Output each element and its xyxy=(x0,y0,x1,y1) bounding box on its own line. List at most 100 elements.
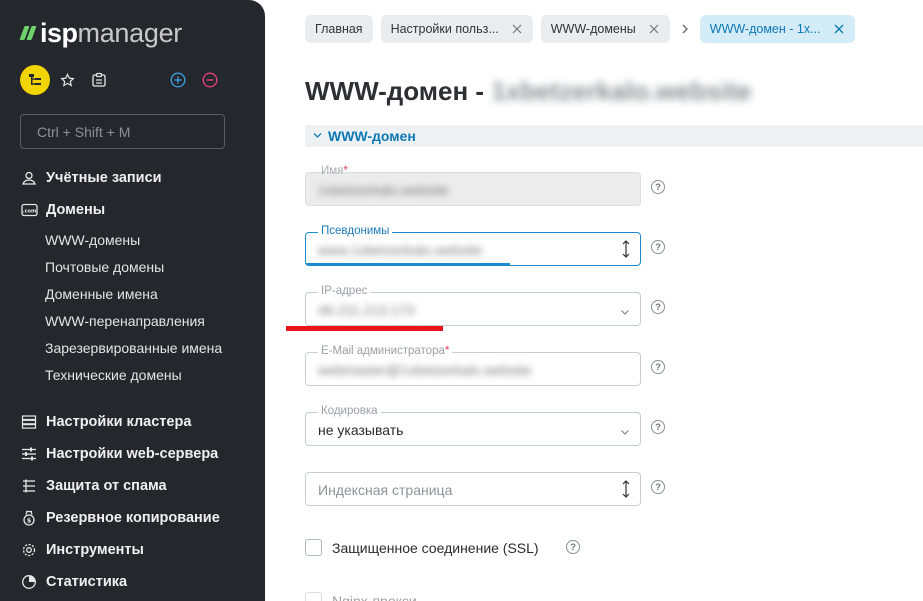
page-title-text: WWW-домен - xyxy=(305,76,492,106)
add-circle-icon[interactable] xyxy=(169,71,187,89)
focus-underline xyxy=(306,263,510,265)
red-highlight-marker xyxy=(286,326,443,331)
aliases-label: Псевдонимы xyxy=(318,224,393,238)
email-label-text: E-Mail администратора xyxy=(321,345,445,357)
close-icon[interactable] xyxy=(648,23,660,35)
remove-circle-icon[interactable] xyxy=(201,71,219,89)
tab-label: WWW-домен - 1x... xyxy=(709,22,821,36)
close-icon[interactable] xyxy=(833,23,845,35)
sidebar-item-label: Резервное копирование xyxy=(46,510,220,526)
ssl-checkbox[interactable] xyxy=(305,539,322,556)
chevron-right-icon xyxy=(678,22,692,36)
nginx-checkbox[interactable] xyxy=(305,592,322,601)
sidebar-search-input[interactable]: Ctrl + Shift + M xyxy=(20,114,225,149)
tab-label: Настройки польз... xyxy=(390,22,499,36)
sidebar-item-cluster[interactable]: Настройки кластера xyxy=(20,406,260,438)
tab-label: WWW-домены xyxy=(550,22,636,36)
name-value: 1xbetzerkalo.website xyxy=(318,182,449,198)
user-tree-icon xyxy=(29,74,41,85)
sidebar-toolbar xyxy=(20,65,220,95)
aliases-field[interactable]: Псевдонимы www.1xbetzerkalo.website xyxy=(305,224,641,266)
tab-www-domain-edit[interactable]: WWW-домен - 1x... xyxy=(699,15,855,43)
sidebar-item-tools[interactable]: Инструменты xyxy=(20,534,260,566)
required-mark: * xyxy=(444,345,450,357)
help-icon[interactable]: ? xyxy=(651,300,665,314)
tab-user-settings[interactable]: Настройки польз... xyxy=(380,15,533,43)
nginx-checkbox-row[interactable]: Nginx-прокси xyxy=(305,592,417,601)
filter-icon xyxy=(20,477,38,495)
sidebar-subitem-domain-names[interactable]: Доменные имена xyxy=(45,280,260,307)
sidebar-item-label: Инструменты xyxy=(46,542,144,558)
email-label: E-Mail администратора* xyxy=(318,344,453,358)
resize-updown-icon[interactable] xyxy=(620,239,632,259)
ip-value: 46.211.213.173 xyxy=(318,302,415,318)
page-title-domain: 1xbetzerkalo.website xyxy=(491,76,752,106)
ip-label: IP-адрес xyxy=(318,284,371,298)
tab-home[interactable]: Главная xyxy=(305,15,373,43)
logo-isp-text: isp xyxy=(40,17,78,48)
encoding-value: не указывать xyxy=(318,422,404,438)
encoding-label: Кодировка xyxy=(318,404,381,418)
sidebar-item-accounts[interactable]: Учётные записи xyxy=(20,162,260,194)
help-icon[interactable]: ? xyxy=(651,180,665,194)
breadcrumb-tabs: Главная Настройки польз... WWW-домены WW… xyxy=(305,15,855,43)
sidebar-item-label: Статистика xyxy=(46,574,128,590)
resize-updown-icon[interactable] xyxy=(620,479,632,499)
svg-text:$: $ xyxy=(27,517,32,525)
sidebar-subitem-technical-domains[interactable]: Технические домены xyxy=(45,361,260,388)
sidebar-subitem-www-domains[interactable]: WWW-домены xyxy=(45,226,260,253)
sidebar-subitem-mail-domains[interactable]: Почтовые домены xyxy=(45,253,260,280)
svg-text:.com: .com xyxy=(22,209,36,215)
logo-manager-text: manager xyxy=(77,17,183,48)
sidebar-item-stats[interactable]: Статистика xyxy=(20,566,260,598)
ip-address-select[interactable]: IP-адрес 46.211.213.173 xyxy=(305,284,641,326)
sidebar-item-label: Домены xyxy=(46,202,106,218)
server-icon xyxy=(20,413,38,431)
logo[interactable]: isp manager xyxy=(19,17,183,48)
sidebar-item-backup[interactable]: $ Резервное копирование xyxy=(20,502,260,534)
required-mark: * xyxy=(343,165,348,177)
section-www-domain[interactable]: WWW-домен xyxy=(305,125,923,147)
gear-icon xyxy=(20,541,38,559)
name-label-text: Имя xyxy=(321,165,344,177)
help-icon[interactable]: ? xyxy=(651,360,665,374)
index-page-field[interactable]: Индексная страница xyxy=(305,472,641,506)
sidebar-item-label: Настройки web-сервера xyxy=(46,446,219,462)
backup-icon: $ xyxy=(20,509,38,527)
logo-mark-icon xyxy=(19,25,37,41)
chevron-down-icon xyxy=(620,424,630,435)
sidebar-item-label: Защита от спама xyxy=(46,478,167,494)
sidebar-item-label: Настройки кластера xyxy=(46,414,192,430)
help-icon[interactable]: ? xyxy=(566,540,580,554)
tab-www-domains[interactable]: WWW-домены xyxy=(540,15,670,43)
help-icon[interactable]: ? xyxy=(651,420,665,434)
name-field[interactable]: Имя* 1xbetzerkalo.website xyxy=(305,165,641,206)
page-title: WWW-домен - 1xbetzerkalo.website xyxy=(305,76,751,107)
domain-icon: .com xyxy=(20,201,38,219)
help-icon[interactable]: ? xyxy=(651,240,665,254)
email-value: webmaster@1xbetzerkalo.website xyxy=(318,362,532,378)
name-label: Имя* xyxy=(318,164,351,178)
star-icon[interactable] xyxy=(58,71,76,89)
sidebar-subitem-reserved-names[interactable]: Зарезервированные имена xyxy=(45,334,260,361)
pie-chart-icon xyxy=(20,573,38,591)
sidebar-item-spam[interactable]: Защита от спама xyxy=(20,470,260,502)
encoding-select[interactable]: Кодировка не указывать xyxy=(305,404,641,446)
chevron-down-icon xyxy=(313,130,322,142)
section-title: WWW-домен xyxy=(328,128,416,144)
ssl-checkbox-row[interactable]: Защищенное соединение (SSL) xyxy=(305,539,539,556)
sidebar-subitem-www-redirects[interactable]: WWW-перенаправления xyxy=(45,307,260,334)
sidebar-item-domains[interactable]: .com Домены xyxy=(20,194,260,226)
user-pin-icon xyxy=(20,169,38,187)
chevron-down-icon xyxy=(620,304,630,315)
sidebar-nav-bottom: Настройки кластера Настройки web-сервера… xyxy=(20,406,260,598)
avatar[interactable] xyxy=(20,65,50,95)
admin-email-field[interactable]: E-Mail администратора* webmaster@1xbetze… xyxy=(305,344,641,386)
sidebar-nav-top: Учётные записи .com Домены WWW-домены По… xyxy=(20,162,260,388)
help-icon[interactable]: ? xyxy=(651,480,665,494)
domains-submenu: WWW-домены Почтовые домены Доменные имен… xyxy=(20,226,260,388)
clipboard-icon[interactable] xyxy=(90,71,108,89)
ssl-label: Защищенное соединение (SSL) xyxy=(332,539,539,556)
sidebar-item-webserver[interactable]: Настройки web-сервера xyxy=(20,438,260,470)
close-icon[interactable] xyxy=(511,23,523,35)
